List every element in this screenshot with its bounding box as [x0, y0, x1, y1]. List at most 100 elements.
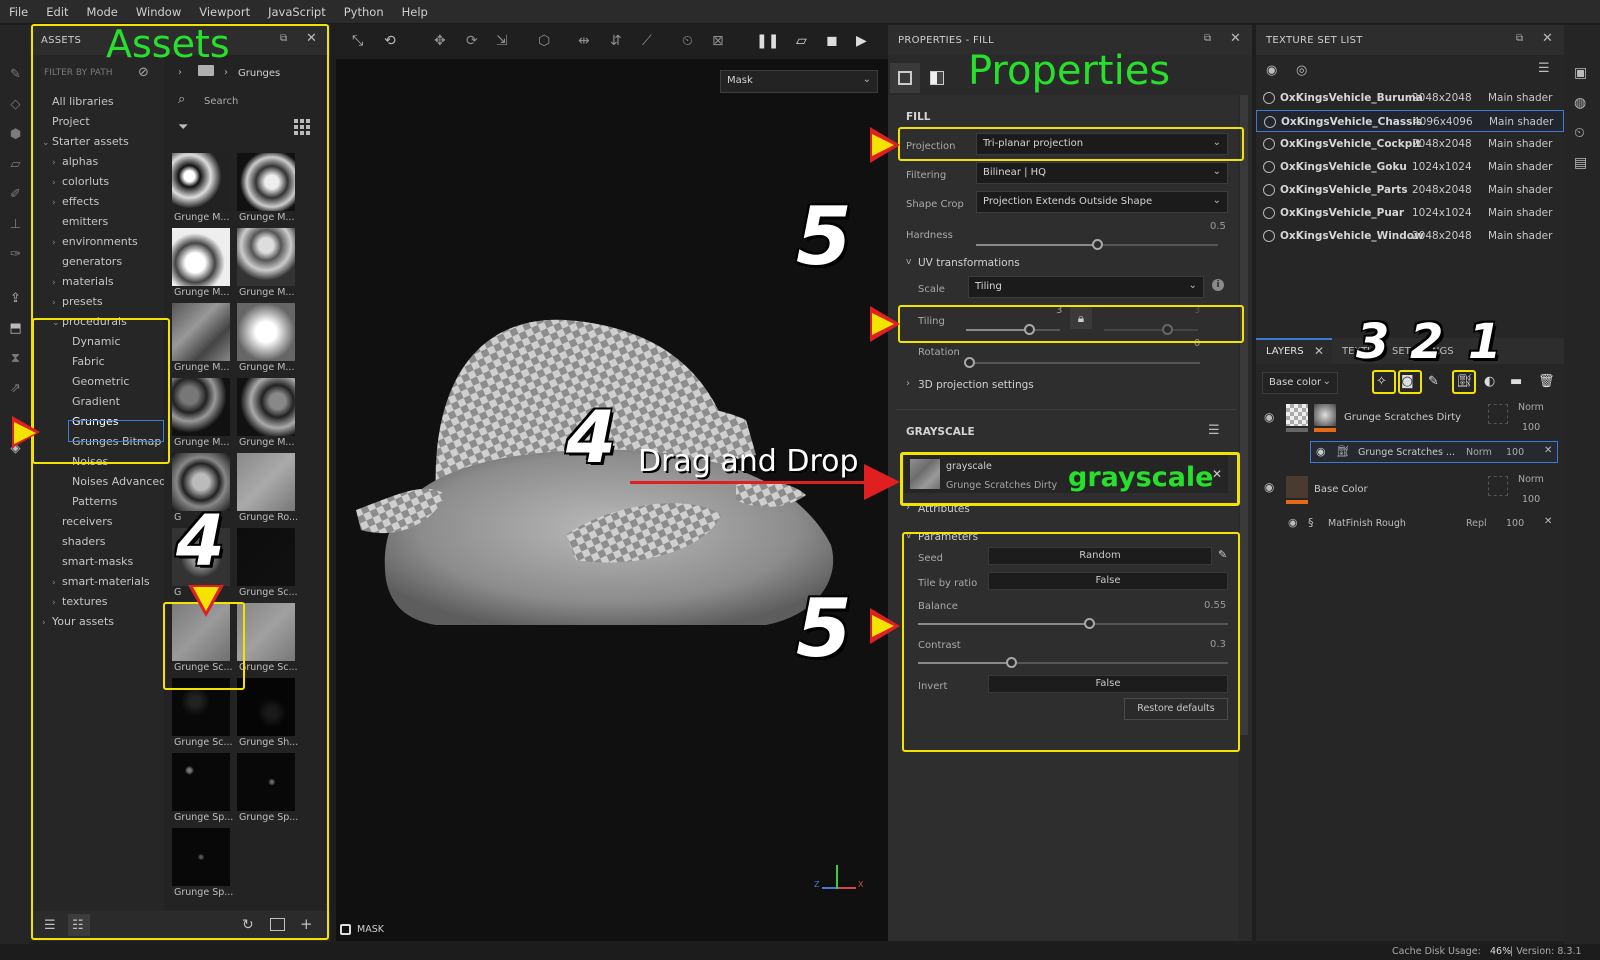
texture-set-row[interactable]: OxKingsVehicle_Cockpit 2048x2048 Main shad… [1256, 133, 1564, 155]
eye-icon[interactable] [1263, 184, 1275, 196]
properties-scrollbar[interactable] [1240, 95, 1248, 735]
eye-icon[interactable]: ◎ [1296, 63, 1307, 78]
eye-icon[interactable] [1264, 116, 1276, 128]
2d-view-icon[interactable]: ▱ [796, 33, 807, 49]
display-settings-icon[interactable]: ▣ [1574, 65, 1587, 81]
texture-set-row[interactable]: OxKingsVehicle_Window 2048x2048 Main shade… [1256, 225, 1564, 247]
camera-icon[interactable]: ▶ [856, 33, 867, 49]
texture-set-shader[interactable]: Main shader [1488, 207, 1552, 219]
menu-item-file[interactable]: File [0, 5, 37, 19]
polygon-fill-icon[interactable]: ▱ [8, 157, 23, 172]
menu-item-window[interactable]: Window [127, 5, 190, 19]
texture-set-shader[interactable]: Main shader [1488, 184, 1552, 196]
eye-icon[interactable]: ◉ [1288, 516, 1298, 529]
mirror-z-icon[interactable]: ⟋ [642, 33, 652, 49]
eye-icon[interactable]: ◉ [1316, 445, 1326, 458]
texture-set-shader[interactable]: Main shader [1488, 230, 1552, 242]
texture-set-shader[interactable]: Main shader [1489, 116, 1553, 128]
eye-icon[interactable]: ◉ [1264, 410, 1274, 424]
delete-icon[interactable]: 🗑︎ [1538, 374, 1555, 389]
export-icon[interactable]: ⇪ [8, 291, 23, 306]
uv-transform-icon[interactable]: ⟲ [384, 33, 396, 49]
layer-name[interactable]: Grunge Scratches Dirty [1344, 412, 1461, 423]
scale-dropdown[interactable]: Tiling ⌄ [968, 276, 1204, 298]
layer-blend-mode[interactable]: Norm [1518, 474, 1544, 485]
eye-icon[interactable] [1263, 138, 1275, 150]
mirror-y-icon[interactable]: ⇵ [610, 33, 622, 49]
clone-stamp-icon[interactable]: ⊥ [8, 217, 23, 232]
eye-icon[interactable]: ◉ [1264, 480, 1274, 494]
menu-item-javascript[interactable]: JavaScript [259, 5, 335, 19]
shader-settings-icon[interactable]: ◍ [1574, 95, 1586, 111]
smart-material-icon[interactable]: ◐ [1484, 374, 1495, 389]
close-icon[interactable]: ✕ [1314, 344, 1324, 358]
menu-icon[interactable]: ☰ [1538, 61, 1550, 76]
add-folder-icon[interactable]: ▬ [1510, 374, 1522, 389]
texture-set-row[interactable]: OxKingsVehicle_Buruma 2048x2048 Main shade… [1256, 87, 1564, 109]
paint-brush-icon[interactable]: ✎ [8, 67, 23, 82]
tab-mask-properties[interactable] [930, 71, 944, 85]
filtering-dropdown[interactable]: Bilinear | HQ ⌄ [976, 162, 1228, 184]
texture-set-row[interactable]: OxKingsVehicle_Puar 1024x1024 Main shader [1256, 202, 1564, 224]
float-icon[interactable]: ⧉ [1516, 33, 1523, 44]
texture-set-shader[interactable]: Main shader [1488, 161, 1552, 173]
channel-dropdown[interactable]: Base color ⌄ [1262, 372, 1338, 394]
cube-outline-icon[interactable]: ⬡ [538, 33, 550, 49]
mask-toggle-icon[interactable] [340, 924, 351, 935]
rotate-icon[interactable]: ⟳ [466, 33, 478, 49]
hourglass-icon[interactable]: ⧗ [8, 351, 23, 366]
layer-opacity[interactable]: 100 [1522, 494, 1540, 505]
projection-icon[interactable]: ⬢ [8, 127, 23, 142]
add-paint-layer-icon[interactable]: ✎ [1428, 374, 1439, 389]
close-icon[interactable]: ✕ [1230, 31, 1241, 46]
effect-blend-mode[interactable]: Norm [1466, 447, 1492, 458]
remove-effect-icon[interactable]: ✕ [1544, 445, 1552, 456]
texture-set-row[interactable]: OxKingsVehicle_Chassis 4096x4096 Main shad… [1256, 110, 1564, 132]
eye-icon[interactable] [1263, 92, 1275, 104]
viewport-mode-dropdown[interactable]: Mask ⌄ [720, 70, 878, 93]
chevron-right-icon[interactable]: › [906, 378, 910, 389]
eye-icon[interactable] [1263, 207, 1275, 219]
layer-blend-mode[interactable]: Norm [1518, 402, 1544, 413]
effect-opacity[interactable]: 100 [1506, 447, 1524, 458]
uv-transformations-header[interactable]: UV transformations [918, 257, 1020, 269]
3d-projection-header[interactable]: 3D projection settings [918, 379, 1034, 391]
menu-item-viewport[interactable]: Viewport [190, 5, 259, 19]
texture-set-shader[interactable]: Main shader [1488, 92, 1552, 104]
texture-set-shader[interactable]: Main shader [1488, 138, 1552, 150]
bake-icon[interactable]: ⬒ [8, 321, 23, 336]
menu-item-edit[interactable]: Edit [37, 5, 77, 19]
smudge-icon[interactable]: ✐ [8, 187, 23, 202]
layer-name[interactable]: Base Color [1314, 484, 1368, 495]
float-icon[interactable]: ⧉ [1204, 33, 1211, 44]
scale-icon[interactable]: ⇲ [496, 33, 508, 49]
layer-opacity[interactable]: 100 [1522, 422, 1540, 433]
pause-icon[interactable]: ❚❚ [756, 33, 779, 49]
history-icon[interactable]: ⏲ [1574, 125, 1585, 141]
transform-icon[interactable]: ⤡ [352, 33, 363, 49]
texture-set-row[interactable]: OxKingsVehicle_Parts 2048x2048 Main shader [1256, 179, 1564, 201]
info-icon[interactable]: i [1212, 279, 1224, 291]
eye-icon[interactable] [1263, 161, 1275, 173]
eraser-icon[interactable]: ◇ [8, 97, 23, 112]
texture-set-row[interactable]: OxKingsVehicle_Goku 1024x1024 Main shader [1256, 156, 1564, 178]
hardness-slider-handle[interactable] [1092, 239, 1103, 250]
eye-icon[interactable] [1263, 230, 1275, 242]
menu-item-mode[interactable]: Mode [78, 5, 127, 19]
color-picker-icon[interactable]: ✑ [8, 247, 23, 262]
rotation-slider[interactable] [968, 362, 1200, 364]
rotation-slider-handle[interactable] [964, 357, 975, 368]
move-icon[interactable]: ✥ [434, 33, 446, 49]
menu-item-python[interactable]: Python [335, 5, 393, 19]
effect-opacity[interactable]: 100 [1506, 518, 1524, 529]
menu-icon[interactable]: ☰ [1208, 423, 1220, 438]
effect-blend-mode[interactable]: Repl [1466, 518, 1487, 529]
close-icon[interactable]: ✕ [1542, 31, 1553, 46]
mirror-x-icon[interactable]: ⇹ [578, 33, 590, 49]
visibility-settings-icon[interactable]: ◉ [1266, 63, 1277, 78]
menu-item-help[interactable]: Help [393, 5, 437, 19]
share-icon[interactable]: ⇗ [8, 381, 23, 396]
shape-crop-dropdown[interactable]: Projection Extends Outside Shape ⌄ [976, 191, 1228, 213]
log-icon[interactable]: ▤ [1574, 155, 1587, 171]
remove-effect-icon[interactable]: ✕ [1544, 516, 1552, 527]
